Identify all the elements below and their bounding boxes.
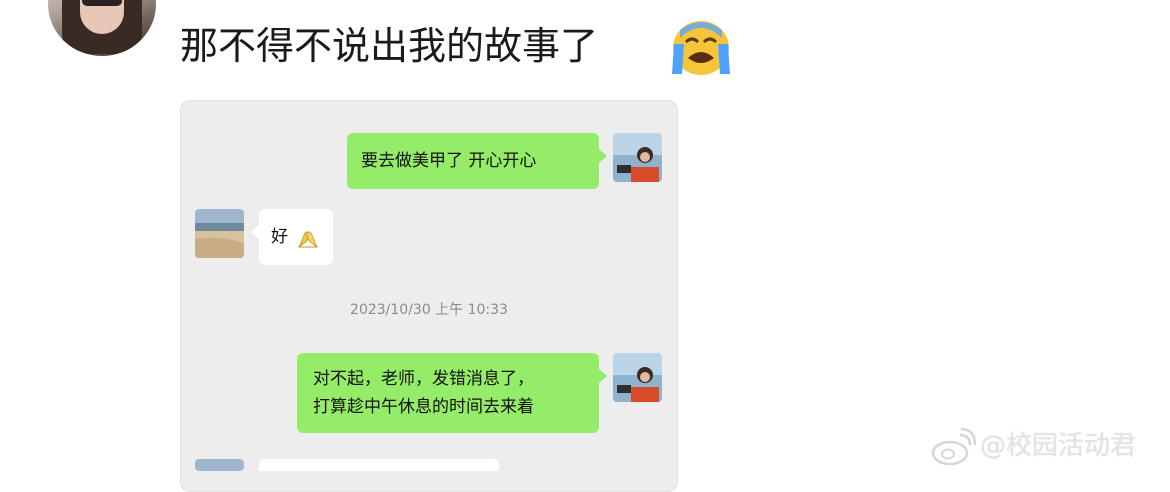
crying-face-icon [672,21,730,75]
avatar-sunglasses [82,0,122,6]
chat-screenshot: 要去做美甲了 开心开心 好 2023/10/30 上午 10:33 对不起，老师… [180,100,678,492]
message-text: 要去做美甲了 开心开心 [361,151,537,171]
receiver-avatar[interactable] [195,209,244,258]
poster-avatar[interactable] [48,0,156,56]
weibo-watermark: @校园活动君 [930,424,1136,468]
bubble-tail [599,369,607,383]
message-text: 好 [271,227,288,247]
chat-bubble-outgoing: 对不起，老师，发错消息了， 打算趁中午休息的时间去来着 [297,353,607,433]
message-line: 对不起，老师，发错消息了， [313,369,534,389]
chat-bubble-incoming: 好 [251,209,333,265]
post-caption: 那不得不说出我的故事了 [180,24,599,68]
bubble-tail [599,149,607,163]
bubble-tail [251,225,259,239]
chat-bubble-incoming-partial [259,459,499,471]
chat-bubble-outgoing: 要去做美甲了 开心开心 [347,133,607,189]
sender-avatar-self[interactable] [613,353,662,402]
watermark-text: @校园活动君 [980,431,1137,461]
sender-avatar-self[interactable] [613,133,662,182]
receiver-avatar[interactable] [195,459,244,471]
message-line: 打算趁中午休息的时间去来着 [313,397,534,417]
folded-hands-icon [298,231,318,249]
chat-timestamp: 2023/10/30 上午 10:33 [350,302,508,318]
weibo-icon [931,427,976,465]
